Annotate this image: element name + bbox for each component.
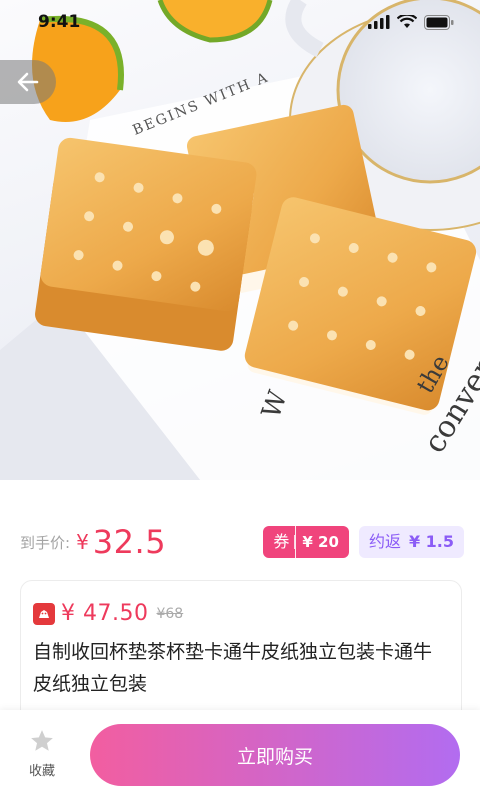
final-price-label: 到手价:: [20, 533, 71, 552]
product-price: ¥ 47.50: [61, 601, 149, 626]
buy-now-label: 立即购买: [236, 745, 313, 768]
buy-now-button[interactable]: 立即购买: [90, 724, 460, 786]
coupon-tag: 券: [263, 526, 296, 558]
final-price-currency: ¥: [76, 530, 89, 554]
store-logo-icon: [33, 602, 55, 625]
signal-icon: [368, 15, 390, 29]
final-price-value: 32.5: [92, 523, 167, 561]
product-hero-image: BEGINS WITH A conver the W: [0, 0, 480, 480]
product-info-card: ¥ 47.50 ¥68 自制收回杯垫茶杯垫卡通牛皮纸独立包装卡通牛皮纸独立包装: [20, 580, 462, 730]
coupon-badge[interactable]: 券 ¥ 20: [263, 526, 349, 558]
price-row: 到手价: ¥ 32.5 券 ¥ 20 约返 ¥ 1.5: [20, 520, 464, 564]
status-icons: [368, 14, 454, 30]
price-badges: 券 ¥ 20 约返 ¥ 1.5: [263, 526, 464, 558]
coupon-divider: [294, 535, 296, 549]
crackers-illustration: BEGINS WITH A conver the W: [0, 0, 480, 480]
arrow-left-icon: [17, 72, 39, 92]
wifi-icon: [397, 15, 417, 28]
rebate-label: 约返: [368, 532, 401, 551]
favorite-label: 收藏: [28, 764, 55, 779]
status-time: 9:41: [38, 12, 81, 32]
original-price: ¥68: [156, 605, 184, 622]
status-bar: 9:41: [0, 0, 480, 44]
jd-dog-icon: [39, 609, 49, 618]
coupon-amount: ¥ 20: [296, 526, 349, 558]
rebate-badge: 约返 ¥ 1.5: [358, 526, 464, 558]
back-button[interactable]: [0, 60, 56, 104]
star-icon: [31, 730, 53, 751]
favorite-button[interactable]: 收藏: [22, 728, 62, 779]
product-title: 自制收回杯垫茶杯垫卡通牛皮纸独立包装卡通牛皮纸独立包装: [33, 641, 433, 695]
rebate-amount: ¥ 1.5: [408, 532, 454, 551]
battery-icon: [424, 14, 454, 30]
product-price-line: ¥ 47.50 ¥68: [33, 601, 449, 626]
bottom-action-bar: 收藏 立即购买: [0, 710, 480, 800]
